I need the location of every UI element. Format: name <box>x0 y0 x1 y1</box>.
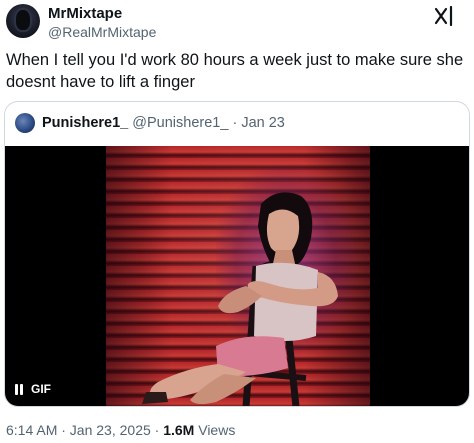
pause-icon[interactable] <box>15 383 23 395</box>
tweet-text: When I tell you I'd work 80 hours a week… <box>6 51 464 91</box>
meta-separator: · <box>150 422 164 438</box>
views-label: Views <box>194 422 236 438</box>
author-avatar[interactable] <box>6 4 40 38</box>
woman-on-chair-figure <box>142 192 338 406</box>
quoted-tweet-card[interactable]: Punishere1_ @Punishere1_ · Jan 23 GIF <box>4 101 470 407</box>
gif-media[interactable]: GIF <box>5 146 469 406</box>
gif-frame <box>106 146 370 406</box>
tweet-meta: 6:14 AM · Jan 23, 2025 · 1.6M Views <box>6 421 235 439</box>
quoted-tweet-header: Punishere1_ @Punishere1_ · Jan 23 <box>42 114 285 132</box>
grok-icon[interactable] <box>434 6 456 26</box>
tweet-timestamp[interactable]: 6:14 AM · Jan 23, 2025 <box>6 422 151 438</box>
quoted-author-avatar[interactable] <box>15 113 35 133</box>
author-info: MrMixtape @RealMrMixtape <box>48 5 156 41</box>
quoted-author-display-name[interactable]: Punishere1_ <box>42 115 128 131</box>
gif-label: GIF <box>31 382 51 396</box>
quoted-author-handle[interactable]: @Punishere1_ <box>132 115 228 131</box>
author-display-name[interactable]: MrMixtape <box>48 5 156 23</box>
header-separator: · <box>228 115 242 131</box>
gif-badge[interactable]: GIF <box>15 382 51 396</box>
views-count: 1.6M <box>163 422 195 438</box>
quoted-tweet-date[interactable]: Jan 23 <box>241 115 285 131</box>
author-handle[interactable]: @RealMrMixtape <box>48 23 156 41</box>
